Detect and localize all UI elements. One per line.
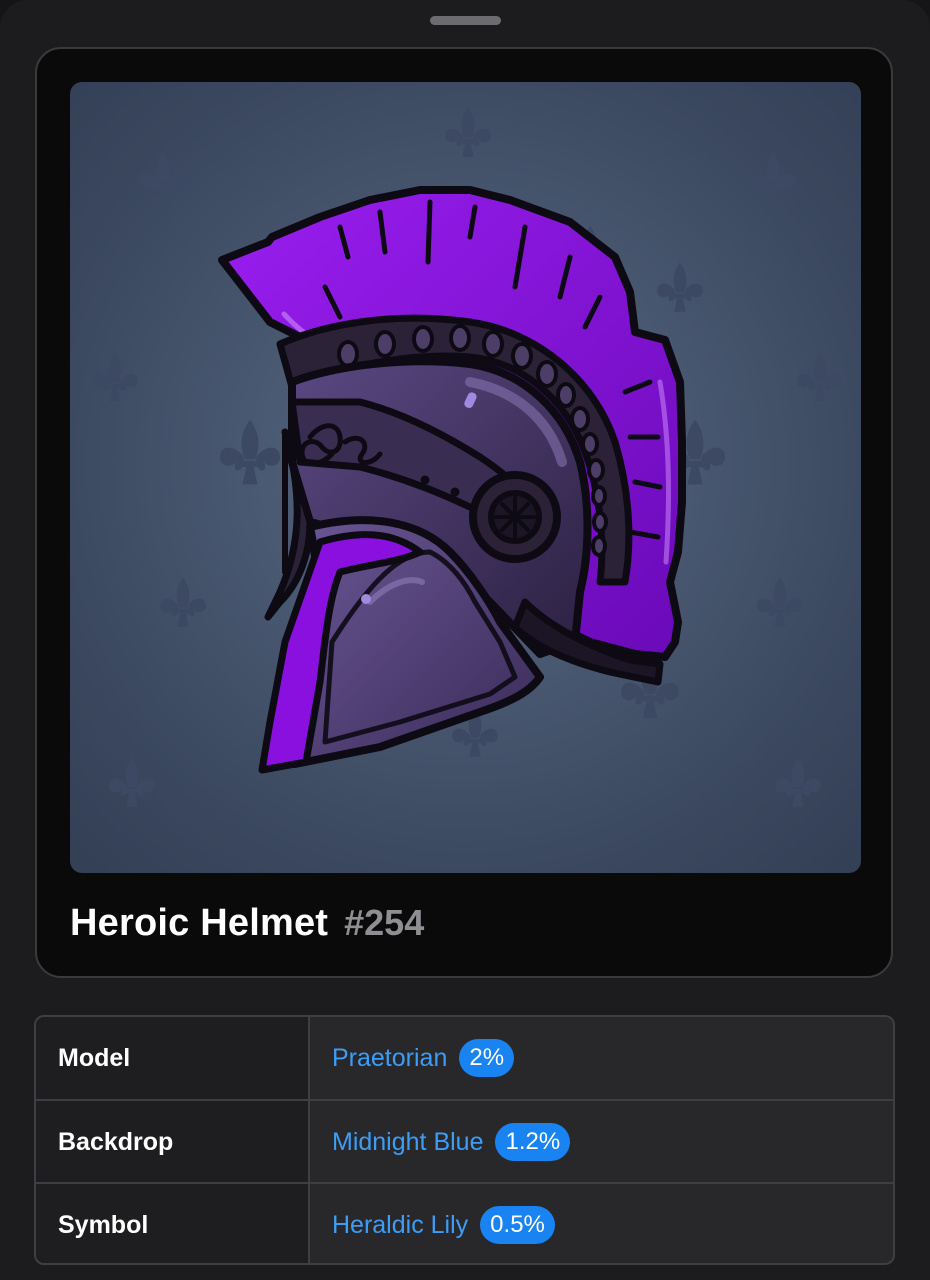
model-link[interactable]: Praetorian: [332, 1044, 447, 1073]
attribute-label: Backdrop: [36, 1101, 310, 1183]
rarity-badge[interactable]: 1.2%: [495, 1123, 571, 1161]
attribute-value: Praetorian 2%: [310, 1017, 893, 1099]
rarity-badge[interactable]: 0.5%: [480, 1206, 555, 1244]
attribute-row-model: Model Praetorian 2%: [36, 1017, 893, 1099]
symbol-link[interactable]: Heraldic Lily: [332, 1211, 468, 1240]
spartan-helmet-icon: [218, 186, 686, 774]
gift-card: Heroic Helmet #254: [35, 47, 893, 978]
sheet-grabber[interactable]: [430, 16, 501, 25]
attribute-label: Model: [36, 1017, 310, 1099]
gift-title-row: Heroic Helmet #254: [70, 902, 424, 945]
gift-detail-sheet: Heroic Helmet #254 Model Praetorian 2% B…: [0, 0, 930, 1280]
backdrop-link[interactable]: Midnight Blue: [332, 1128, 483, 1157]
rarity-badge[interactable]: 2%: [459, 1039, 515, 1077]
attributes-table: Model Praetorian 2% Backdrop Midnight Bl…: [34, 1015, 895, 1265]
attribute-value: Midnight Blue 1.2%: [310, 1101, 893, 1183]
attribute-value: Heraldic Lily 0.5%: [310, 1184, 893, 1263]
attribute-row-symbol: Symbol Heraldic Lily 0.5%: [36, 1182, 893, 1263]
attribute-row-backdrop: Backdrop Midnight Blue 1.2%: [36, 1099, 893, 1183]
gift-artwork[interactable]: [70, 82, 861, 873]
attribute-label: Symbol: [36, 1184, 310, 1263]
gift-number: #254: [344, 902, 425, 943]
gift-name: Heroic Helmet: [70, 902, 329, 944]
